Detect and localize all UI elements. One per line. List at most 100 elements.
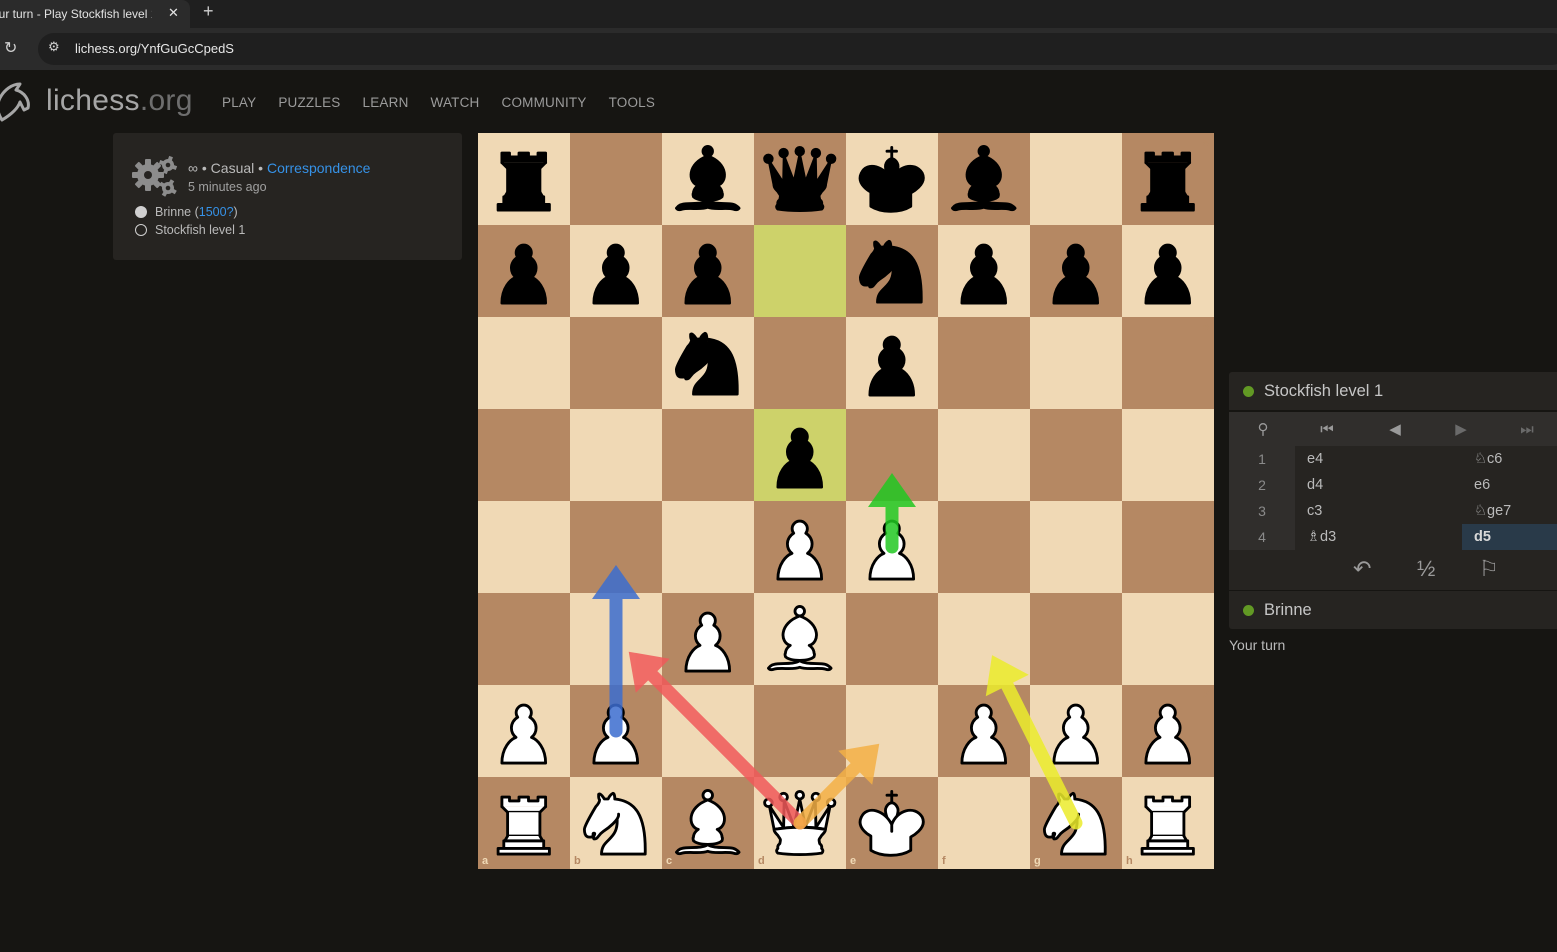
square-c4[interactable] xyxy=(662,501,754,593)
white-player-name[interactable]: Brinne xyxy=(155,205,191,219)
square-f5[interactable] xyxy=(938,409,1030,501)
square-g5[interactable] xyxy=(1030,409,1122,501)
infinity-icon: ∞ xyxy=(188,160,198,176)
rank-label: 2 xyxy=(1203,689,1209,701)
address-bar[interactable]: ⚙ lichess.org/YnfGuGcCpedS xyxy=(38,33,1557,65)
logo-main: lichess xyxy=(46,84,140,117)
black-move[interactable]: ♘ge7 xyxy=(1462,498,1557,524)
square-d7[interactable] xyxy=(754,225,846,317)
move-row: 4 ♗d3 d5 xyxy=(1229,524,1557,550)
square-a3[interactable] xyxy=(478,593,570,685)
square-b5[interactable] xyxy=(570,409,662,501)
rank-label: 6 xyxy=(1203,321,1209,333)
tab-title: our turn - Play Stockfish level 1 xyxy=(0,7,152,21)
square-g8[interactable] xyxy=(1030,133,1122,225)
square-h5[interactable] xyxy=(1122,409,1214,501)
browser-tab[interactable]: our turn - Play Stockfish level 1 ✕ xyxy=(0,0,190,28)
separator: • xyxy=(254,160,267,176)
reload-icon[interactable]: ↻ xyxy=(4,38,17,58)
chess-board[interactable]: 8 7 6 5 4 3 2 1 a b c d e f g h xyxy=(478,133,1214,869)
nav-community[interactable]: COMMUNITY xyxy=(502,95,587,110)
square-h4[interactable] xyxy=(1122,501,1214,593)
black-player-row: Stockfish level 1 xyxy=(135,223,245,237)
player-bar: Brinne xyxy=(1229,591,1557,629)
rank-label: 8 xyxy=(1203,137,1209,149)
last-move-icon[interactable]: ⏭ xyxy=(1507,412,1547,446)
player-name[interactable]: Brinne xyxy=(1264,601,1312,620)
logo-tld: .org xyxy=(139,84,193,117)
move-number: 3 xyxy=(1229,498,1295,524)
white-move[interactable]: ♗d3 xyxy=(1295,524,1461,550)
move-number: 1 xyxy=(1229,446,1295,472)
turn-status: Your turn xyxy=(1229,637,1286,653)
file-label: e xyxy=(850,855,856,867)
black-move[interactable]: e6 xyxy=(1462,472,1557,498)
url-text[interactable]: lichess.org/YnfGuGcCpedS xyxy=(75,41,234,56)
board-svg[interactable]: 8 7 6 5 4 3 2 1 a b c d e f g h xyxy=(478,133,1214,869)
next-move-icon[interactable]: ▶ xyxy=(1441,412,1481,446)
square-g4[interactable] xyxy=(1030,501,1122,593)
square-f1[interactable] xyxy=(938,777,1030,869)
black-move-current[interactable]: d5 xyxy=(1462,524,1557,550)
file-label: h xyxy=(1126,855,1133,867)
square-e3[interactable] xyxy=(846,593,938,685)
square-a5[interactable] xyxy=(478,409,570,501)
square-g6[interactable] xyxy=(1030,317,1122,409)
takeback-icon[interactable]: ↶ xyxy=(1353,556,1371,582)
separator: • xyxy=(197,160,211,176)
lichess-horse-icon[interactable] xyxy=(0,80,34,124)
nav-watch[interactable]: WATCH xyxy=(431,95,480,110)
square-b6[interactable] xyxy=(570,317,662,409)
square-b8[interactable] xyxy=(570,133,662,225)
new-tab-icon[interactable]: + xyxy=(203,1,214,22)
first-move-icon[interactable]: ⏮ xyxy=(1307,412,1347,446)
white-move[interactable]: d4 xyxy=(1295,472,1461,498)
square-f6[interactable] xyxy=(938,317,1030,409)
browser-toolbar: ↻ ⚙ lichess.org/YnfGuGcCpedS xyxy=(0,28,1557,70)
square-a6[interactable] xyxy=(478,317,570,409)
site-info-icon[interactable]: ⚙ xyxy=(48,39,60,55)
square-f4[interactable] xyxy=(938,501,1030,593)
square-d2[interactable] xyxy=(754,685,846,777)
opponent-name[interactable]: Stockfish level 1 xyxy=(1264,382,1383,401)
white-move[interactable]: c3 xyxy=(1295,498,1461,524)
white-move[interactable]: e4 xyxy=(1295,446,1461,472)
move-row: 2 d4 e6 xyxy=(1229,472,1557,498)
nav-tools[interactable]: TOOLS xyxy=(609,95,656,110)
square-h3[interactable] xyxy=(1122,593,1214,685)
rank-label: 5 xyxy=(1203,413,1209,425)
move-list: 1 e4 ♘c6 2 d4 e6 3 c3 ♘ge7 4 ♗d3 d5 xyxy=(1229,446,1557,550)
resign-flag-icon[interactable]: ⚐ xyxy=(1479,556,1499,582)
gears-icon xyxy=(132,155,178,197)
nav-learn[interactable]: LEARN xyxy=(363,95,409,110)
opponent-online-dot xyxy=(1243,386,1254,397)
white-player-rating: 1500? xyxy=(198,205,234,219)
game-time-ago: 5 minutes ago xyxy=(188,180,267,194)
move-row: 3 c3 ♘ge7 xyxy=(1229,498,1557,524)
rank-label: 4 xyxy=(1203,505,1210,517)
black-color-dot xyxy=(135,224,147,236)
prev-move-icon[interactable]: ◀ xyxy=(1375,412,1415,446)
game-type-link[interactable]: Correspondence xyxy=(267,160,371,176)
square-g3[interactable] xyxy=(1030,593,1122,685)
square-h6[interactable] xyxy=(1122,317,1214,409)
square-a4[interactable] xyxy=(478,501,570,593)
file-label: a xyxy=(482,855,489,867)
square-d6[interactable] xyxy=(754,317,846,409)
site-logo[interactable]: lichess.org xyxy=(46,84,193,118)
rank-label: 1 xyxy=(1203,781,1209,793)
rank-label: 3 xyxy=(1203,597,1209,609)
analysis-icon[interactable]: ⚲ xyxy=(1243,412,1283,446)
file-label: b xyxy=(574,855,581,867)
square-c5[interactable] xyxy=(662,409,754,501)
move-number: 2 xyxy=(1229,472,1295,498)
close-tab-icon[interactable]: ✕ xyxy=(168,5,179,21)
nav-play[interactable]: PLAY xyxy=(222,95,256,110)
nav-puzzles[interactable]: PUZZLES xyxy=(278,95,340,110)
black-move[interactable]: ♘c6 xyxy=(1462,446,1557,472)
white-player-row: Brinne (1500?) xyxy=(135,205,238,219)
game-actions: ↶ ½ ⚐ xyxy=(1229,550,1557,590)
offer-draw-icon[interactable]: ½ xyxy=(1417,556,1435,582)
browser-tab-bar: our turn - Play Stockfish level 1 ✕ + xyxy=(0,0,1557,28)
black-player-name[interactable]: Stockfish level 1 xyxy=(155,223,245,237)
